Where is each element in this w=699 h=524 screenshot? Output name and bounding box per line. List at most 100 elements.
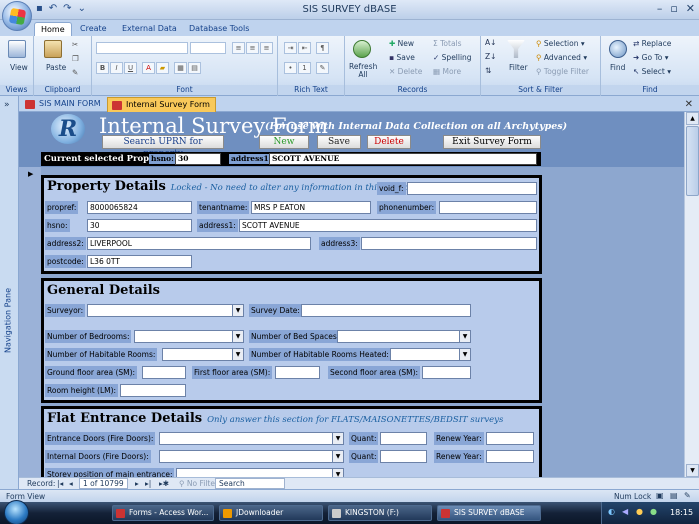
- hsno-field[interactable]: 30: [87, 219, 192, 232]
- current-hsno-field[interactable]: 30: [175, 153, 221, 165]
- refresh-all-button[interactable]: Refresh All: [349, 63, 377, 79]
- more-button[interactable]: ▦ More: [433, 67, 461, 76]
- entrance-renew-field[interactable]: [486, 432, 534, 445]
- gridlines-icon[interactable]: ▦: [174, 62, 187, 74]
- font-name-dropdown[interactable]: [96, 42, 188, 54]
- tab-external-data[interactable]: External Data: [116, 22, 183, 36]
- format-painter-icon[interactable]: ✎: [72, 68, 78, 77]
- align-center-icon[interactable]: ≡: [246, 42, 259, 54]
- ltr-icon[interactable]: ¶: [316, 42, 329, 54]
- taskbar-item-kingston[interactable]: KINGSTON (F:): [328, 505, 432, 521]
- prev-record-icon[interactable]: ◂: [69, 479, 73, 488]
- habitable-rooms-dropdown[interactable]: ▼: [162, 348, 244, 361]
- cut-icon[interactable]: ✂: [72, 40, 78, 49]
- address3-field[interactable]: [361, 237, 537, 250]
- highlight-icon[interactable]: ✎: [316, 62, 329, 74]
- layout-view-icon[interactable]: ▤: [670, 491, 678, 500]
- office-button[interactable]: [2, 1, 32, 31]
- vertical-scrollbar[interactable]: ▲ ▼: [684, 112, 699, 477]
- totals-button[interactable]: Σ Totals: [433, 39, 462, 48]
- font-size-dropdown[interactable]: [190, 42, 226, 54]
- volume-icon[interactable]: ◀: [622, 507, 628, 516]
- search-uprn-button[interactable]: Search UPRN for property: [102, 135, 224, 159]
- numbering-icon[interactable]: 1: [298, 62, 311, 74]
- filter-icon[interactable]: [507, 40, 525, 58]
- outdent-icon[interactable]: ⇤: [298, 42, 311, 54]
- bullets-icon[interactable]: •: [284, 62, 297, 74]
- habitable-heated-dropdown[interactable]: ▼: [390, 348, 471, 361]
- selection-button[interactable]: ⚲ Selection ▾: [536, 39, 585, 48]
- propref-field[interactable]: 8000065824: [87, 201, 192, 214]
- entrance-quant-field[interactable]: [380, 432, 427, 445]
- italic-button[interactable]: I: [110, 62, 123, 74]
- form-view-icon[interactable]: ▣: [656, 491, 664, 500]
- tab-home[interactable]: Home: [34, 22, 72, 36]
- start-button[interactable]: [4, 500, 29, 524]
- delete-record-button[interactable]: ✕ Delete: [389, 67, 422, 76]
- first-record-icon[interactable]: |◂: [57, 479, 63, 488]
- tab-create[interactable]: Create: [74, 22, 113, 36]
- minimize-icon[interactable]: –: [657, 2, 663, 15]
- scroll-thumb[interactable]: [686, 126, 699, 196]
- copy-icon[interactable]: ❐: [72, 54, 79, 63]
- second-area-field[interactable]: [422, 366, 471, 379]
- align-left-icon[interactable]: ≡: [232, 42, 245, 54]
- taskbar-item-forms[interactable]: Forms - Access Wor...: [112, 505, 214, 521]
- record-search-input[interactable]: Search: [215, 478, 285, 489]
- view-button[interactable]: View: [10, 63, 28, 72]
- goto-button[interactable]: ➜ Go To ▾: [633, 53, 669, 62]
- surveyor-dropdown[interactable]: ▼: [87, 304, 244, 317]
- tray-app2-icon[interactable]: ●: [650, 507, 657, 516]
- replace-button[interactable]: ⇄ Replace: [633, 39, 671, 48]
- font-color-icon[interactable]: A: [142, 62, 155, 74]
- new-record-nav-icon[interactable]: ▸✱: [159, 479, 169, 488]
- tab-database-tools[interactable]: Database Tools: [183, 22, 255, 36]
- toggle-filter-button[interactable]: ⚲ Toggle Filter: [536, 67, 589, 76]
- first-area-field[interactable]: [275, 366, 320, 379]
- entrance-doors-dropdown[interactable]: ▼: [159, 432, 344, 445]
- survey-date-field[interactable]: [301, 304, 471, 317]
- underline-button[interactable]: U: [124, 62, 137, 74]
- network-icon[interactable]: ◐: [608, 507, 615, 516]
- navigation-pane[interactable]: » Navigation Pane: [0, 96, 19, 489]
- phonenumber-field[interactable]: [439, 201, 537, 214]
- view-icon[interactable]: [8, 40, 26, 58]
- address1-field[interactable]: SCOTT AVENUE: [239, 219, 537, 232]
- delete-button[interactable]: Delete: [367, 135, 411, 149]
- next-record-icon[interactable]: ▸: [135, 479, 139, 488]
- tray-app-icon[interactable]: ●: [636, 507, 643, 516]
- scroll-up-icon[interactable]: ▲: [686, 112, 699, 125]
- current-record-field[interactable]: 1 of 10799: [79, 478, 128, 489]
- close-icon[interactable]: ✕: [686, 2, 695, 15]
- paste-button[interactable]: Paste: [46, 63, 66, 72]
- indent-icon[interactable]: ⇥: [284, 42, 297, 54]
- tenantname-field[interactable]: MRS P EATON: [251, 201, 371, 214]
- storey-dropdown[interactable]: ▼: [176, 468, 344, 477]
- taskbar-item-sis-survey[interactable]: SIS SURVEY dBASE: [437, 505, 541, 521]
- bedrooms-dropdown[interactable]: ▼: [134, 330, 244, 343]
- find-icon[interactable]: [609, 40, 627, 58]
- scroll-down-icon[interactable]: ▼: [686, 464, 699, 477]
- save-record-button[interactable]: ▪ Save: [389, 53, 415, 62]
- fill-color-icon[interactable]: ▰: [156, 62, 169, 74]
- bed-spaces-dropdown[interactable]: ▼: [337, 330, 471, 343]
- save-button[interactable]: Save: [317, 135, 361, 149]
- internal-doors-dropdown[interactable]: ▼: [159, 450, 344, 463]
- doc-tab-main-form[interactable]: SIS MAIN FORM: [21, 97, 106, 112]
- bold-button[interactable]: B: [96, 62, 109, 74]
- ground-area-field[interactable]: [142, 366, 186, 379]
- doc-tab-internal-survey[interactable]: Internal Survey Form: [107, 97, 216, 112]
- sort-ascending-icon[interactable]: A↓: [485, 38, 496, 47]
- current-address1-field[interactable]: SCOTT AVENUE: [269, 153, 537, 165]
- filter-status[interactable]: ⚲ No Filter: [179, 479, 218, 488]
- void-field[interactable]: [407, 182, 537, 195]
- last-record-icon[interactable]: ▸|: [145, 479, 151, 488]
- filter-button[interactable]: Filter: [509, 63, 528, 72]
- room-height-field[interactable]: [120, 384, 186, 397]
- find-button[interactable]: Find: [610, 63, 625, 72]
- design-view-icon[interactable]: ✎: [684, 491, 691, 500]
- advanced-button[interactable]: ⚲ Advanced ▾: [536, 53, 587, 62]
- spelling-button[interactable]: ✓ Spelling: [433, 53, 472, 62]
- align-right-icon[interactable]: ≡: [260, 42, 273, 54]
- address2-field[interactable]: LIVERPOOL: [87, 237, 311, 250]
